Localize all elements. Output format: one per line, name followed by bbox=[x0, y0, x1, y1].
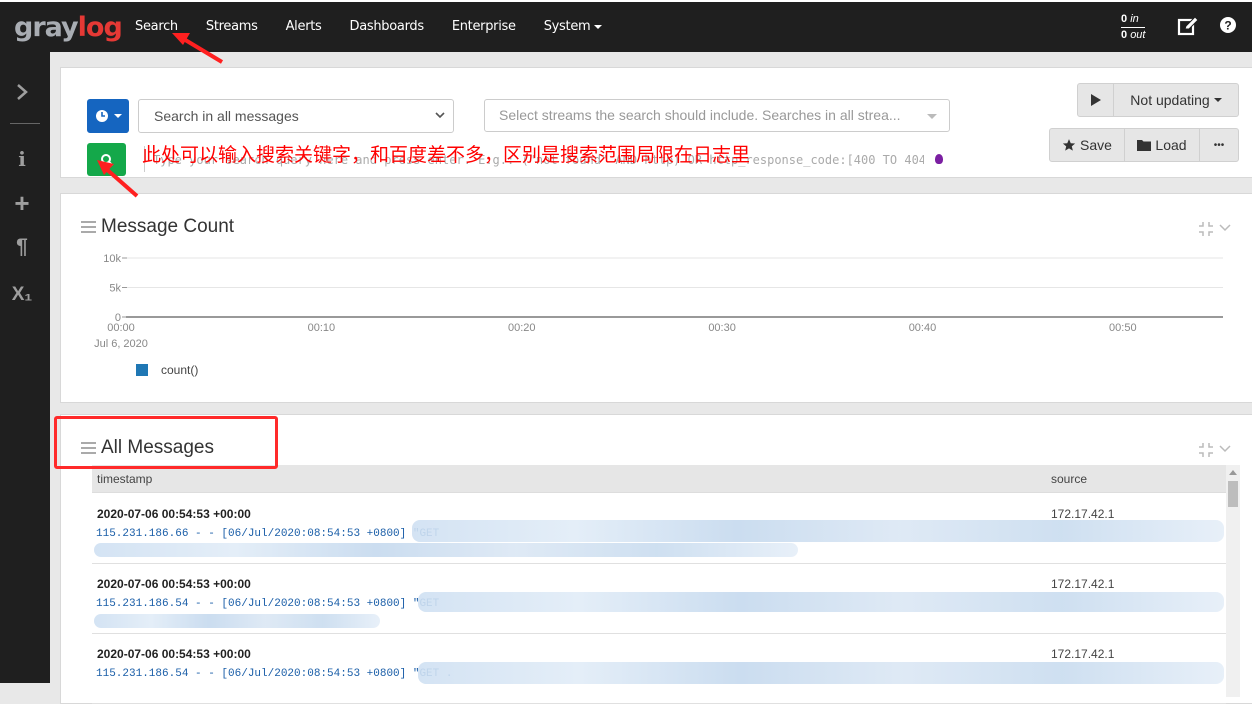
annotation-arrow-search-nav bbox=[172, 33, 224, 64]
annotation-arrows bbox=[97, 33, 224, 198]
annotation-arrow-search-button bbox=[97, 160, 139, 198]
